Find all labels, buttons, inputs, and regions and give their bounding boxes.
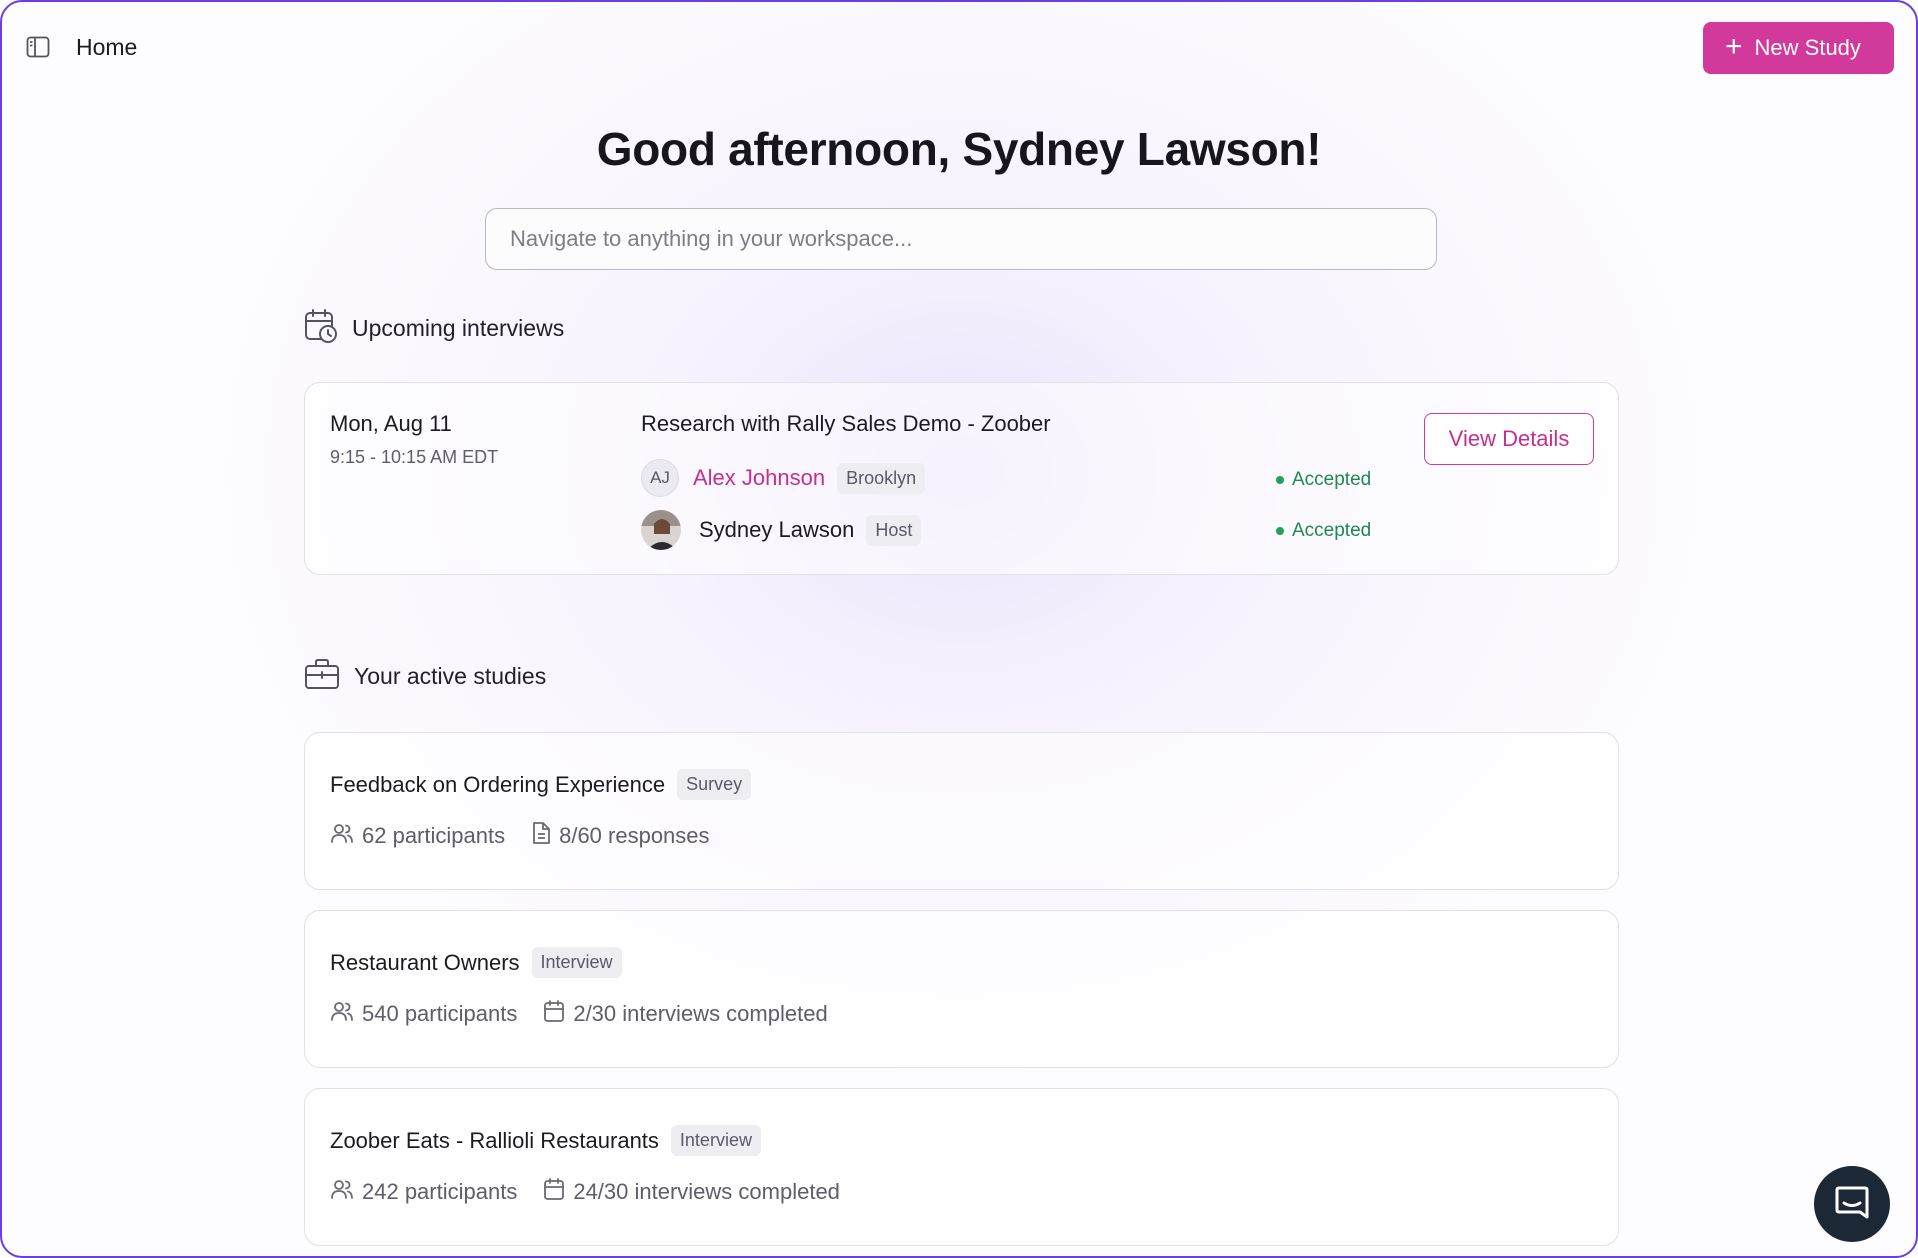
upcoming-interviews-header: Upcoming interviews [304, 308, 564, 349]
participants-label: 540 participants [362, 1001, 518, 1026]
section-title: Upcoming interviews [352, 315, 565, 341]
study-title: Zoober Eats - Rallioli Restaurants [330, 1127, 659, 1153]
calendar-icon [543, 999, 565, 1029]
users-icon [330, 1000, 354, 1028]
top-bar: Home + New Study [2, 2, 1916, 94]
study-card[interactable]: Restaurant Owners Interview 540 particip… [304, 910, 1619, 1068]
active-studies-header: Your active studies [304, 658, 546, 695]
participants-label: 242 participants [362, 1179, 518, 1204]
study-meta: 242 participants 24/30 interviews comple… [330, 1177, 866, 1207]
status-dot-icon [1276, 527, 1284, 535]
progress-count: 24/30 interviews completed [543, 1177, 840, 1207]
study-type-tag: Interview [531, 947, 622, 978]
app-window: Home + New Study Good afternoon, Sydney … [0, 0, 1918, 1258]
progress-label: 2/30 interviews completed [573, 1001, 828, 1026]
users-icon [330, 1178, 354, 1206]
calendar-icon [543, 1177, 565, 1207]
study-title: Feedback on Ordering Experience [330, 771, 666, 797]
new-study-label: New Study [1754, 35, 1861, 60]
interview-card: Mon, Aug 11 9:15 - 10:15 AM EDT Research… [304, 382, 1619, 575]
progress-label: 24/30 interviews completed [573, 1179, 840, 1204]
study-type-tag: Interview [670, 1125, 761, 1156]
page-title: Home [76, 34, 138, 60]
participant-row: Sydney Lawson Host [641, 510, 922, 550]
participant-name: Sydney Lawson [699, 517, 855, 542]
progress-count: 2/30 interviews completed [543, 999, 828, 1029]
study-meta: 540 participants 2/30 interviews complet… [330, 999, 854, 1029]
workspace-search-input[interactable] [485, 208, 1437, 270]
document-icon [531, 821, 551, 851]
participant-tag: Brooklyn [837, 462, 926, 494]
new-study-button[interactable]: + New Study [1703, 22, 1894, 74]
participants-count: 62 participants [330, 822, 505, 850]
progress-count: 8/60 responses [531, 821, 710, 851]
participants-count: 242 participants [330, 1178, 517, 1206]
sidebar-toggle-icon[interactable] [24, 34, 52, 60]
progress-label: 8/60 responses [559, 823, 710, 848]
interview-time: 9:15 - 10:15 AM EDT [330, 447, 499, 467]
study-meta: 62 participants 8/60 responses [330, 821, 736, 851]
study-card[interactable]: Zoober Eats - Rallioli Restaurants Inter… [304, 1088, 1619, 1246]
study-header: Feedback on Ordering Experience Survey [330, 769, 752, 800]
study-type-tag: Survey [677, 769, 752, 800]
participants-label: 62 participants [362, 823, 506, 848]
participant-row: AJ Alex Johnson Brooklyn [641, 459, 926, 497]
study-card[interactable]: Feedback on Ordering Experience Survey 6… [304, 732, 1619, 890]
interview-title: Research with Rally Sales Demo - Zoober [641, 411, 1051, 436]
users-icon [330, 822, 354, 850]
participants-count: 540 participants [330, 1000, 517, 1028]
avatar [641, 510, 681, 550]
briefcase-icon [304, 658, 340, 695]
status-label: Accepted [1292, 469, 1372, 490]
study-header: Zoober Eats - Rallioli Restaurants Inter… [330, 1125, 761, 1156]
view-details-button[interactable]: View Details [1424, 413, 1594, 465]
interview-date: Mon, Aug 11 [330, 411, 452, 436]
participant-name-link[interactable]: Alex Johnson [693, 465, 825, 491]
status-badge: Accepted [1276, 469, 1371, 491]
section-title: Your active studies [354, 663, 547, 689]
chat-launcher-button[interactable] [1814, 1166, 1890, 1242]
status-dot-icon [1276, 476, 1284, 484]
participant-tag: Host [866, 514, 922, 546]
status-badge: Accepted [1276, 520, 1371, 542]
status-label: Accepted [1292, 520, 1372, 541]
calendar-clock-icon [304, 308, 338, 349]
study-header: Restaurant Owners Interview [330, 947, 622, 978]
chat-icon [1833, 1183, 1871, 1226]
avatar: AJ [641, 459, 679, 497]
study-title: Restaurant Owners [330, 949, 520, 975]
plus-icon: + [1725, 29, 1743, 63]
greeting-heading: Good afternoon, Sydney Lawson! [596, 123, 1322, 175]
